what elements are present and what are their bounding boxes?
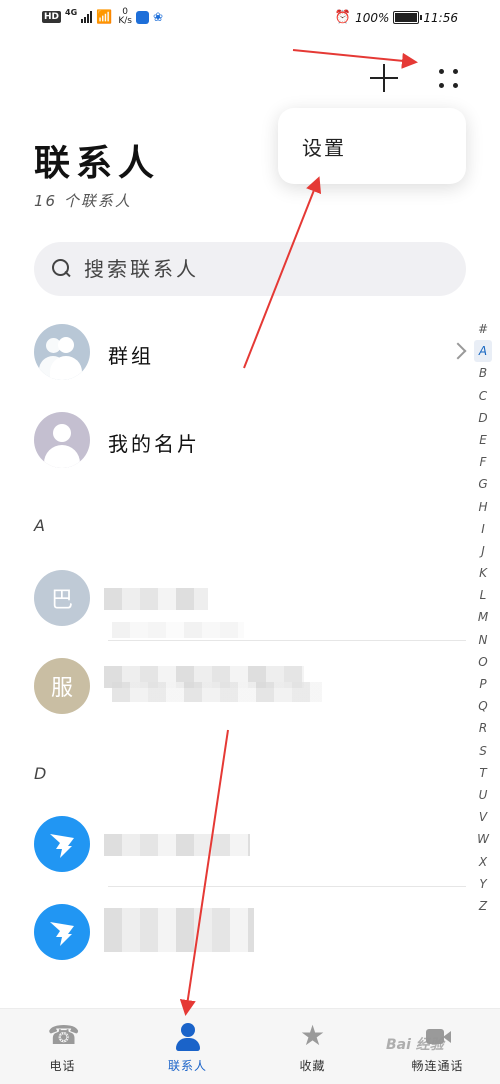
my-card-label: 我的名片 [108, 432, 200, 456]
group-label: 群组 [108, 344, 154, 368]
tab-contacts[interactable]: 联系人 [125, 1009, 250, 1084]
alphabet-index-item[interactable]: N [474, 629, 492, 651]
alphabet-index-item[interactable]: U [474, 784, 492, 806]
add-contact-button[interactable] [368, 62, 400, 94]
alphabet-index-item[interactable]: M [474, 606, 492, 628]
more-options-button[interactable] [436, 66, 462, 92]
phone-icon: ☎ [47, 1021, 80, 1051]
alphabet-index-item[interactable]: L [474, 584, 492, 606]
status-left: HD 4G 📶 0 K/s ❀ [42, 8, 167, 26]
tab-favorites[interactable]: ★ 收藏 [250, 1009, 375, 1084]
alphabet-index-item[interactable]: P [474, 673, 492, 695]
alphabet-index-item[interactable]: R [474, 717, 492, 739]
my-avatar-icon [34, 412, 90, 468]
contact-avatar: 巴 [34, 570, 90, 626]
page-title: 联系人 [34, 142, 161, 184]
speed-unit: K/s [118, 16, 132, 26]
divider [108, 640, 466, 641]
alphabet-index-item[interactable]: I [474, 518, 492, 540]
alphabet-index-item[interactable]: Q [474, 695, 492, 717]
status-right: ⏰ 100% 11:56 [335, 10, 458, 25]
alphabet-index-item[interactable]: W [474, 828, 492, 850]
star-icon: ★ [299, 1019, 326, 1052]
options-popup-menu: 设置 [278, 108, 466, 184]
alphabet-index-item[interactable]: C [474, 385, 492, 407]
blurred-contact-name [104, 588, 208, 610]
clock: 11:56 [423, 10, 458, 25]
group-avatar-icon [34, 324, 90, 380]
app-notification-icon-2: ❀ [152, 9, 164, 24]
alphabet-index-item[interactable]: G [474, 473, 492, 495]
contact-row[interactable] [0, 894, 470, 970]
section-header-d: D [34, 764, 47, 783]
alphabet-index-item[interactable]: V [474, 806, 492, 828]
divider [108, 886, 466, 887]
dingtalk-icon [34, 904, 90, 960]
network-type: 4G [65, 7, 78, 17]
alphabet-index-item[interactable]: Y [474, 873, 492, 895]
alphabet-index-item[interactable]: B [474, 362, 492, 384]
settings-menu-item[interactable]: 设置 [302, 132, 346, 161]
alphabet-index-item[interactable]: S [474, 740, 492, 762]
alphabet-index-item[interactable]: A [474, 340, 492, 363]
alarm-icon: ⏰ [334, 10, 352, 25]
status-bar: HD 4G 📶 0 K/s ❀ ⏰ 100% 11:56 [0, 0, 500, 40]
blurred-contact-name [104, 834, 250, 856]
alphabet-index-item[interactable]: J [474, 540, 492, 562]
alphabet-index-item[interactable]: X [474, 851, 492, 873]
alphabet-index-item[interactable]: Z [474, 895, 492, 917]
alphabet-index-item[interactable]: # [474, 318, 492, 340]
alphabet-index-item[interactable]: F [474, 451, 492, 473]
app-notification-icon [135, 10, 149, 24]
dingtalk-icon [34, 816, 90, 872]
blurred-contact-detail [112, 682, 322, 702]
blurred-contact-detail [112, 622, 244, 638]
my-card-row[interactable]: 我的名片 [0, 402, 470, 478]
watermark-logo: Bai 经验 [386, 1037, 444, 1053]
network-speed: 0 K/s [118, 8, 132, 26]
group-row[interactable]: 群组 [0, 314, 470, 390]
blurred-contact-name [104, 908, 254, 952]
search-bar[interactable] [34, 242, 466, 296]
alphabet-index[interactable]: # A B C D E F G H I J K L M N O P Q R S T U V W X Y Z [474, 318, 492, 917]
search-input[interactable] [84, 242, 444, 296]
tab-phone[interactable]: ☎ 电话 [0, 1009, 125, 1084]
alphabet-index-item[interactable]: D [474, 407, 492, 429]
signal-icon [81, 11, 93, 23]
contact-count: 16 个联系人 [34, 192, 132, 210]
section-header-a: A [34, 516, 45, 535]
alphabet-index-item[interactable]: T [474, 762, 492, 784]
alphabet-index-item[interactable]: K [474, 562, 492, 584]
alphabet-index-item[interactable]: O [474, 651, 492, 673]
search-icon [52, 259, 72, 279]
contact-row[interactable]: 服 [0, 648, 470, 724]
alphabet-index-item[interactable]: E [474, 429, 492, 451]
tab-label: 电话 [49, 1059, 76, 1073]
battery-icon [393, 11, 423, 24]
contact-row[interactable]: 巴 [0, 560, 470, 638]
contacts-icon [173, 1021, 203, 1051]
contact-avatar: 服 [34, 658, 90, 714]
battery-percent: 100% [355, 10, 390, 25]
tab-label: 联系人 [167, 1059, 207, 1073]
wifi-icon: 📶 [96, 9, 113, 25]
contact-row[interactable] [0, 806, 470, 882]
alphabet-index-item[interactable]: H [474, 496, 492, 518]
arrow-to-more-button [292, 49, 418, 69]
chevron-right-icon [449, 342, 467, 360]
tab-label: 畅连通话 [411, 1059, 464, 1073]
hd-badge: HD [42, 11, 62, 23]
tab-label: 收藏 [299, 1059, 326, 1073]
